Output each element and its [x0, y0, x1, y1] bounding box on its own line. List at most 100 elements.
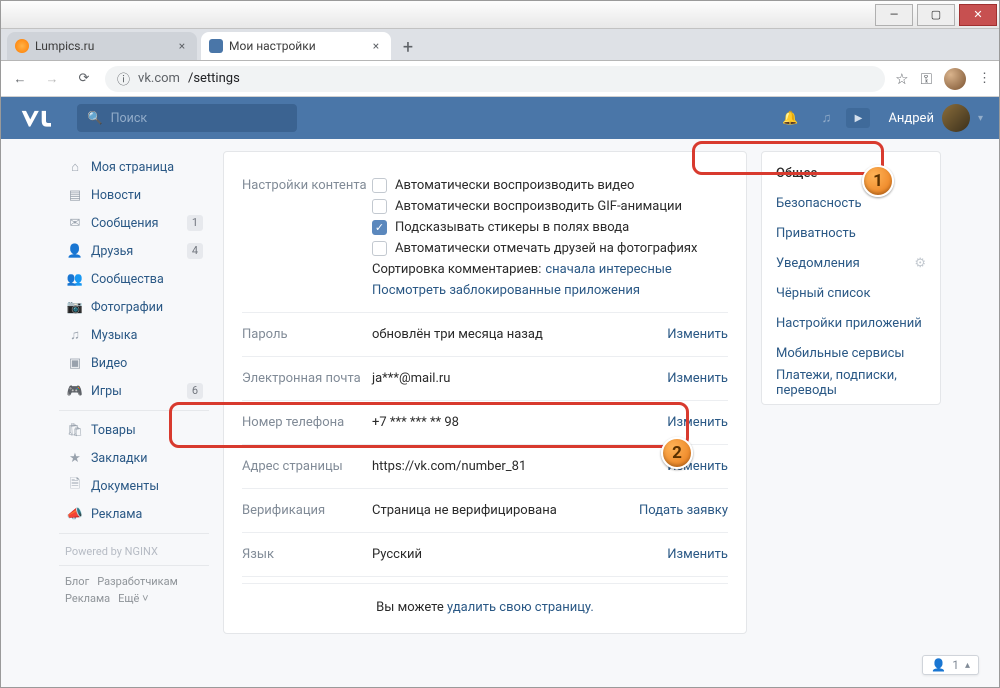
delete-page-link[interactable]: удалить свою страницу.: [447, 600, 594, 615]
opt-autoplay-video[interactable]: Автоматически воспроизводить видео: [372, 178, 728, 193]
verify-request-link[interactable]: Подать заявку: [639, 503, 728, 518]
nav-documents[interactable]: 🗎Документы: [59, 472, 209, 500]
document-icon: 🗎: [65, 475, 85, 497]
comment-sort-value[interactable]: сначала интересные: [545, 262, 671, 277]
tab-title: Lumpics.ru: [35, 39, 175, 53]
tab-close-icon[interactable]: ×: [369, 39, 383, 53]
nav-communities[interactable]: 👥Сообщества: [59, 265, 209, 293]
music-player-icon[interactable]: ♫: [810, 102, 842, 134]
footer-link-more[interactable]: Ещё ˅: [118, 592, 148, 605]
notifications-bell-icon[interactable]: 🔔: [774, 102, 806, 134]
vk-logo[interactable]: [17, 106, 55, 130]
browser-toolbar: ← → ⟳ ⓘ vk.com/settings ☆ ⚿ ⋮: [1, 61, 999, 97]
nav-messages[interactable]: ✉Сообщения1: [59, 209, 209, 237]
messages-icon: ✉: [65, 216, 85, 231]
blocked-apps-link[interactable]: Посмотреть заблокированные приложения: [372, 283, 640, 298]
change-phone-link[interactable]: Изменить: [667, 415, 728, 430]
news-icon: ▤: [65, 188, 85, 203]
url-path: /settings: [188, 71, 240, 86]
nav-games[interactable]: 🎮Игры6: [59, 377, 209, 405]
badge-count: 1: [187, 215, 203, 231]
window-minimize-button[interactable]: —: [875, 4, 913, 26]
opt-autotag-friends[interactable]: Автоматически отмечать друзей на фотогра…: [372, 241, 728, 256]
row-label-address: Адрес страницы: [242, 459, 372, 474]
browser-tab-vk-settings[interactable]: Мои настройки ×: [201, 32, 391, 60]
nav-ads[interactable]: 📣Реклама: [59, 500, 209, 528]
nav-back-button[interactable]: ←: [9, 68, 31, 90]
nav-forward-button[interactable]: →: [41, 68, 63, 90]
star-bookmark-icon[interactable]: ☆: [895, 70, 908, 88]
right-nav-app-settings[interactable]: Настройки приложений: [762, 308, 940, 338]
opt-comment-sort: Сортировка комментариев: сначала интерес…: [372, 262, 728, 277]
badge-count: 4: [187, 243, 203, 259]
nav-reload-button[interactable]: ⟳: [73, 68, 95, 90]
favicon-vk: [209, 39, 223, 53]
row-value-email: ja***@mail.ru: [372, 371, 667, 386]
powered-by-text: Powered by NGINX: [59, 539, 209, 560]
row-value-phone: +7 *** *** ** 98: [372, 415, 667, 430]
window-titlebar: — ▢ ✕: [1, 1, 999, 29]
tab-close-icon[interactable]: ×: [175, 39, 189, 53]
row-value-verify: Страница не верифицирована: [372, 503, 639, 518]
row-label-password: Пароль: [242, 327, 372, 342]
nav-music[interactable]: ♫Музыка: [59, 321, 209, 349]
left-nav-footer: Блог Разработчикам Реклама Ещё ˅: [59, 571, 209, 609]
chat-mini-dock[interactable]: 👤 1 ▴: [922, 655, 979, 675]
nav-photos[interactable]: 📷Фотографии: [59, 293, 209, 321]
delete-page-footer: Вы можете удалить свою страницу.: [242, 583, 728, 633]
change-address-link[interactable]: Изменить: [667, 459, 728, 474]
chevron-down-icon: ▾: [978, 113, 983, 124]
favicon-lumpics: [15, 39, 29, 53]
vk-left-nav: ⌂Моя страница ▤Новости ✉Сообщения1 👤Друз…: [59, 151, 209, 609]
browser-tab-lumpics[interactable]: Lumpics.ru ×: [7, 32, 197, 60]
gear-icon[interactable]: ⚙: [914, 256, 926, 271]
address-bar[interactable]: ⓘ vk.com/settings: [105, 66, 885, 92]
new-tab-button[interactable]: +: [395, 34, 421, 60]
window-maximize-button[interactable]: ▢: [917, 4, 955, 26]
right-nav-mobile[interactable]: Мобильные сервисы: [762, 338, 940, 368]
music-icon: ♫: [65, 327, 85, 343]
footer-link-dev[interactable]: Разработчикам: [97, 575, 178, 588]
profile-avatar-button[interactable]: [944, 68, 966, 90]
settings-right-nav: Общее Безопасность Приватность Уведомлен…: [761, 151, 941, 405]
nav-market[interactable]: 🛍Товары: [59, 416, 209, 444]
vk-account-menu[interactable]: Андрей ▾: [888, 104, 983, 132]
search-placeholder: Поиск: [111, 111, 148, 126]
row-label-verify: Верификация: [242, 503, 372, 518]
vk-search-field[interactable]: 🔍 Поиск: [77, 104, 297, 132]
right-nav-general[interactable]: Общее: [762, 158, 940, 188]
row-value-lang: Русский: [372, 547, 667, 562]
change-email-link[interactable]: Изменить: [667, 371, 728, 386]
change-lang-link[interactable]: Изменить: [667, 547, 728, 562]
browser-menu-button[interactable]: ⋮: [978, 71, 991, 86]
nav-video[interactable]: ▣Видео: [59, 349, 209, 377]
dock-count: 1: [952, 658, 959, 672]
row-value-address: https://vk.com/number_81: [372, 459, 667, 474]
right-nav-privacy[interactable]: Приватность: [762, 218, 940, 248]
right-nav-blacklist[interactable]: Чёрный список: [762, 278, 940, 308]
star-icon: ★: [65, 451, 85, 466]
opt-sticker-hint[interactable]: ✓Подсказывать стикеры в полях ввода: [372, 220, 728, 235]
friends-icon: 👤: [65, 244, 85, 259]
footer-link-ads[interactable]: Реклама: [65, 592, 110, 605]
camera-icon: 📷: [65, 300, 85, 315]
settings-main-panel: Настройки контента Автоматически воспрои…: [223, 151, 747, 634]
nav-bookmarks[interactable]: ★Закладки: [59, 444, 209, 472]
site-info-icon[interactable]: ⓘ: [117, 69, 130, 88]
row-label-lang: Язык: [242, 547, 372, 562]
row-value-password: обновлён три месяца назад: [372, 327, 667, 342]
change-password-link[interactable]: Изменить: [667, 327, 728, 342]
badge-count: 6: [187, 383, 203, 399]
nav-my-page[interactable]: ⌂Моя страница: [59, 153, 209, 181]
window-close-button[interactable]: ✕: [959, 4, 997, 26]
footer-link-blog[interactable]: Блог: [65, 575, 89, 588]
opt-autoplay-gif[interactable]: Автоматически воспроизводить GIF-анимаци…: [372, 199, 728, 214]
nav-news[interactable]: ▤Новости: [59, 181, 209, 209]
right-nav-security[interactable]: Безопасность: [762, 188, 940, 218]
right-nav-notifications[interactable]: Уведомления⚙: [762, 248, 940, 278]
nav-friends[interactable]: 👤Друзья4: [59, 237, 209, 265]
key-icon[interactable]: ⚿: [921, 70, 932, 88]
video-player-icon[interactable]: ▶: [846, 108, 870, 128]
row-label-email: Электронная почта: [242, 371, 372, 386]
right-nav-payments[interactable]: Платежи, подписки, переводы: [762, 368, 940, 398]
